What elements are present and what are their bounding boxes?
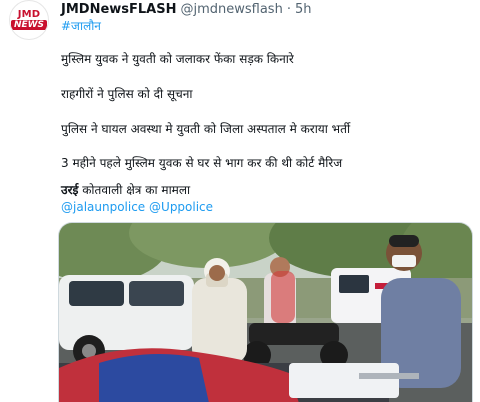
tweet-timestamp[interactable]: 5h xyxy=(295,2,312,17)
tweet-text-line-4: 3 महीने पहले मुस्लिम युवक से घर से भाग क… xyxy=(61,156,343,170)
separator-dot: · xyxy=(286,1,291,17)
mention-jalaunpolice[interactable]: @jalaunpolice xyxy=(61,200,145,214)
tweet-text-line-1: मुस्लिम युवक ने युवती को जलाकर फेंका सड़… xyxy=(61,52,294,66)
tweet-text-line-2: राहगीरों ने पुलिस को दी सूचना xyxy=(61,87,193,101)
hashtag-link[interactable]: #जालौन xyxy=(61,17,101,34)
author-display-name[interactable]: JMDNewsFLASH xyxy=(61,2,176,17)
avatar-logo-text: JMD xyxy=(17,9,41,20)
avatar-logo-sub: NEWS xyxy=(10,20,48,30)
location-name: उरई xyxy=(61,183,79,197)
mention-uppolice[interactable]: @Uppolice xyxy=(149,200,213,214)
tweet-header: JMDNewsFLASH @jmdnewsflash · 5h xyxy=(61,0,311,18)
author-handle[interactable]: @jmdnewsflash xyxy=(180,2,282,17)
mentions: @jalaunpolice @Uppolice xyxy=(61,200,213,214)
tweet-card[interactable]: JMD NEWS JMDNewsFLASH @jmdnewsflash · 5h… xyxy=(0,0,480,402)
tweet-location-line: उरई कोतवाली क्षेत्र का मामला xyxy=(61,181,190,198)
avatar[interactable]: JMD NEWS xyxy=(9,0,49,40)
tweet-text-line-3: पुलिस ने घायल अवस्था मे युवती को जिला अस… xyxy=(61,122,351,136)
location-rest: कोतवाली क्षेत्र का मामला xyxy=(78,183,191,197)
tweet-photo[interactable] xyxy=(58,222,473,402)
photo-scene xyxy=(59,223,472,402)
